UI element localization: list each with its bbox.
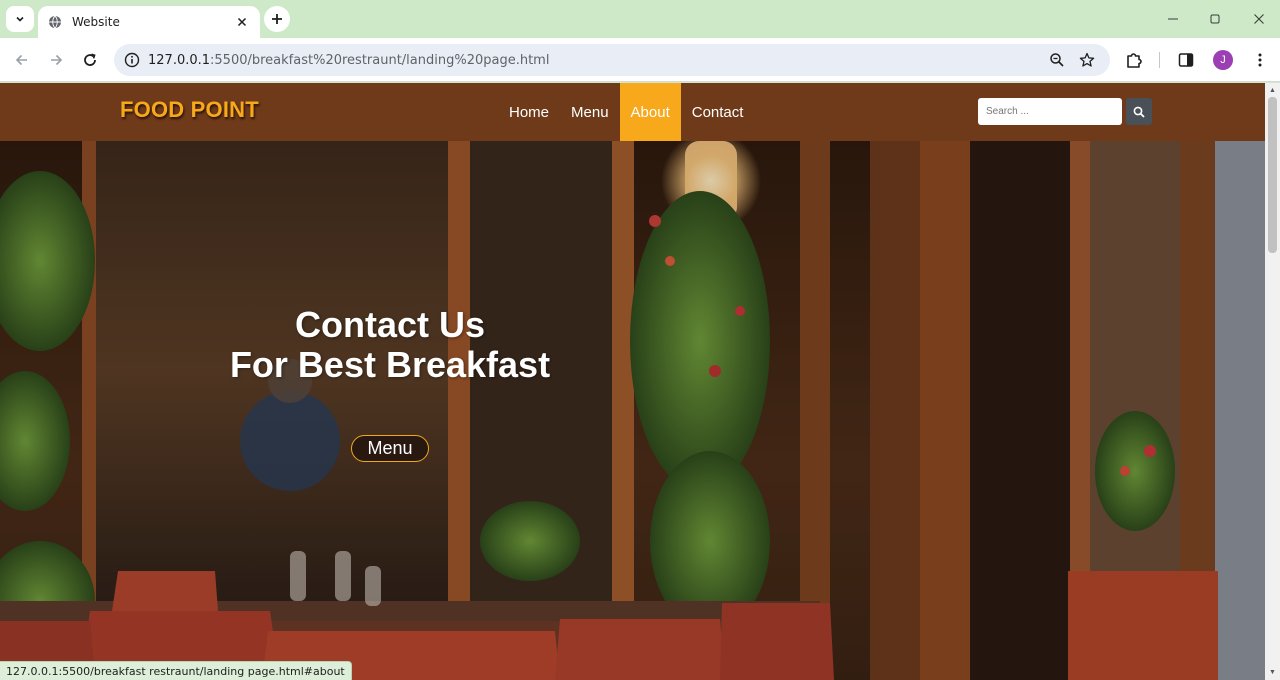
page-viewport: FOOD POINT Home Menu About Contact Searc… [0, 83, 1280, 680]
arrow-left-icon [15, 54, 27, 66]
nav-link-home[interactable]: Home [498, 83, 560, 141]
maximize-icon [1210, 14, 1220, 24]
side-panel-icon [1178, 53, 1194, 67]
tab-search-button[interactable] [6, 6, 34, 32]
tab-strip: Website [0, 0, 1280, 38]
profile-button[interactable]: J [1209, 46, 1237, 74]
back-button[interactable] [8, 46, 36, 74]
hero-menu-button[interactable]: Menu [351, 435, 429, 462]
hero-background-image [0, 141, 1265, 680]
close-icon [1254, 14, 1264, 24]
page-scrollbar[interactable]: ▲ ▼ [1265, 83, 1280, 680]
tab-close-button[interactable] [234, 14, 250, 30]
info-icon [124, 52, 140, 68]
chevron-down-icon [16, 16, 24, 22]
puzzle-icon [1127, 53, 1142, 68]
maximize-button[interactable] [1194, 0, 1236, 38]
plus-icon [272, 14, 282, 24]
site-info-button[interactable] [116, 44, 148, 76]
avatar: J [1213, 50, 1233, 70]
globe-icon [48, 15, 62, 29]
site-search-input[interactable] [978, 98, 1122, 125]
hero-section: Contact Us For Best Breakfast Menu [0, 141, 1265, 680]
address-bar[interactable]: 127.0.0.1:5500/breakfast%20restraunt/lan… [114, 44, 1110, 76]
side-panel-button[interactable] [1172, 46, 1200, 74]
zoom-button[interactable] [1042, 44, 1072, 76]
scroll-down-arrow[interactable]: ▼ [1268, 667, 1277, 677]
url-path: :5500/breakfast%20restraunt/landing%20pa… [210, 52, 550, 68]
reload-button[interactable] [76, 46, 104, 74]
url-host: 127.0.0.1 [148, 52, 211, 68]
search-icon [1133, 106, 1145, 118]
nav-link-about[interactable]: About [619, 83, 681, 141]
new-tab-button[interactable] [264, 6, 290, 32]
tab-title: Website [72, 15, 120, 29]
hero-heading-line1: Contact Us [294, 304, 486, 345]
site-search-button[interactable] [1126, 98, 1152, 125]
close-icon [237, 17, 247, 27]
forward-button[interactable] [42, 46, 70, 74]
nav-link-menu[interactable]: Menu [560, 83, 620, 141]
scrollbar-thumb[interactable] [1268, 97, 1277, 253]
bookmark-button[interactable] [1072, 44, 1102, 76]
scroll-up-arrow[interactable]: ▲ [1268, 85, 1277, 95]
reload-icon [84, 53, 96, 66]
star-icon [1079, 52, 1095, 67]
url-text: 127.0.0.1:5500/breakfast%20restraunt/lan… [148, 53, 549, 68]
nav-link-contact[interactable]: Contact [681, 83, 755, 141]
minimize-icon [1168, 18, 1178, 20]
site-navbar: FOOD POINT Home Menu About Contact [0, 83, 1265, 141]
arrow-right-icon [51, 54, 63, 66]
hero-heading: Contact Us For Best Breakfast [190, 305, 590, 385]
browser-menu-button[interactable] [1246, 46, 1274, 74]
minimize-button[interactable] [1152, 0, 1194, 38]
hero-heading-line2: For Best Breakfast [229, 344, 551, 385]
browser-tab[interactable]: Website [38, 6, 260, 38]
zoom-icon [1050, 53, 1064, 67]
close-window-button[interactable] [1238, 0, 1280, 38]
browser-toolbar: 127.0.0.1:5500/breakfast%20restraunt/lan… [0, 38, 1280, 82]
link-status-bar: 127.0.0.1:5500/breakfast restraunt/landi… [0, 661, 352, 680]
site-logo[interactable]: FOOD POINT [120, 97, 259, 123]
extensions-button[interactable] [1120, 46, 1148, 74]
toolbar-divider [1159, 52, 1160, 68]
kebab-menu-icon [1258, 53, 1262, 67]
site-nav-links: Home Menu About Contact [498, 83, 754, 141]
